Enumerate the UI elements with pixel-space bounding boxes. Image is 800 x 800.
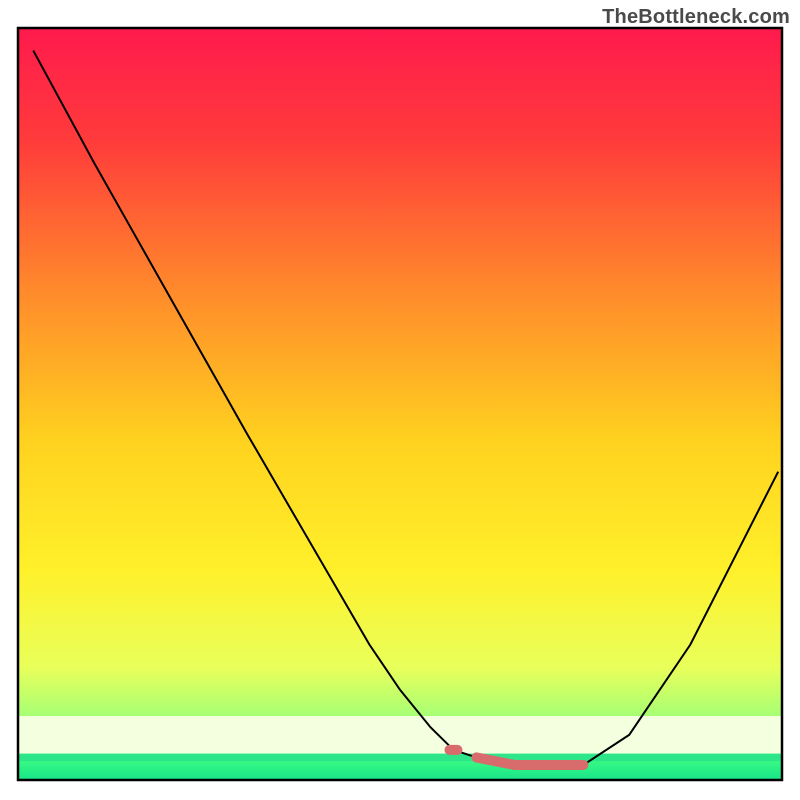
plot-background — [18, 28, 782, 780]
bottom-band-green — [18, 754, 782, 762]
bottleneck-chart: TheBottleneck.com — [0, 0, 800, 800]
bottom-band-pale — [18, 716, 782, 754]
watermark-text: TheBottleneck.com — [602, 6, 790, 29]
chart-svg — [0, 0, 800, 800]
